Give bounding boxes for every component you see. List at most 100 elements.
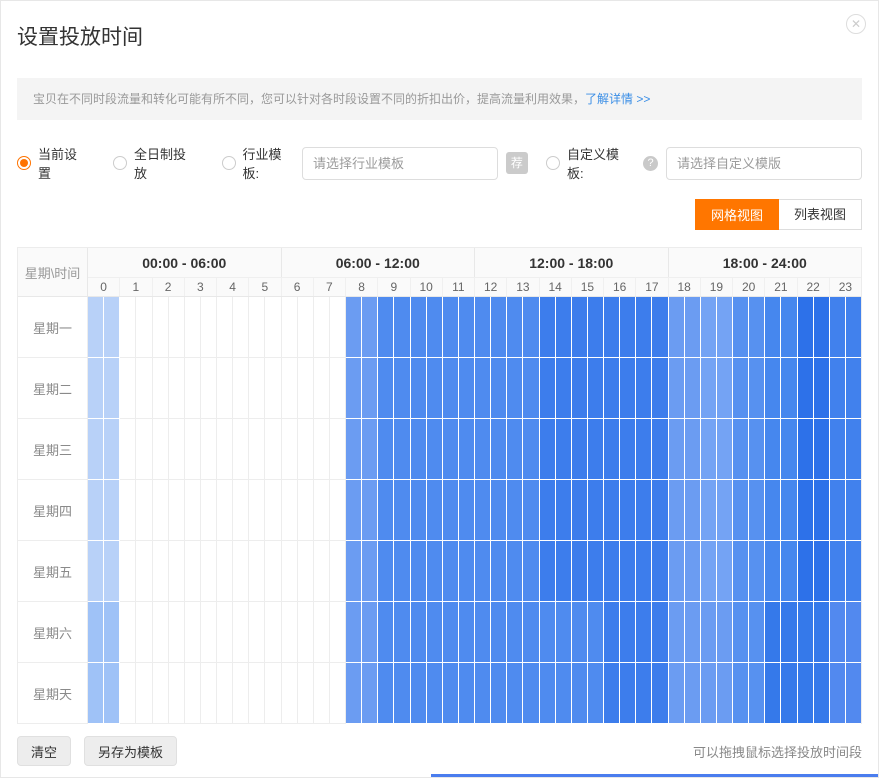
schedule-cell[interactable] bbox=[282, 358, 298, 419]
schedule-cell[interactable] bbox=[556, 358, 572, 419]
radio-button-icon[interactable] bbox=[546, 156, 560, 170]
schedule-cell[interactable] bbox=[362, 297, 378, 358]
schedule-cell[interactable] bbox=[427, 663, 443, 724]
schedule-cell[interactable] bbox=[652, 602, 668, 663]
schedule-cell[interactable] bbox=[394, 541, 410, 602]
schedule-cell[interactable] bbox=[636, 480, 652, 541]
schedule-cell[interactable] bbox=[846, 480, 861, 541]
schedule-cell[interactable] bbox=[620, 602, 636, 663]
schedule-cell[interactable] bbox=[282, 541, 298, 602]
schedule-cell[interactable] bbox=[330, 602, 346, 663]
schedule-cell[interactable] bbox=[717, 419, 733, 480]
schedule-cell[interactable] bbox=[233, 419, 249, 480]
learn-more-link[interactable]: 了解详情 >> bbox=[585, 92, 650, 106]
schedule-cell[interactable] bbox=[249, 419, 265, 480]
schedule-cell[interactable] bbox=[265, 358, 281, 419]
schedule-cell[interactable] bbox=[298, 358, 314, 419]
schedule-cell[interactable] bbox=[427, 602, 443, 663]
schedule-cell[interactable] bbox=[765, 358, 781, 419]
schedule-cell[interactable] bbox=[120, 358, 136, 419]
schedule-cell[interactable] bbox=[394, 419, 410, 480]
schedule-cell[interactable] bbox=[411, 358, 427, 419]
schedule-cell[interactable] bbox=[394, 358, 410, 419]
schedule-cell[interactable] bbox=[749, 358, 765, 419]
schedule-cell[interactable] bbox=[282, 297, 298, 358]
schedule-cell[interactable] bbox=[507, 419, 523, 480]
schedule-cell[interactable] bbox=[185, 297, 201, 358]
schedule-cell[interactable] bbox=[427, 541, 443, 602]
schedule-cell[interactable] bbox=[604, 297, 620, 358]
schedule-cell[interactable] bbox=[411, 663, 427, 724]
schedule-cell[interactable] bbox=[846, 297, 861, 358]
schedule-cell[interactable] bbox=[636, 602, 652, 663]
schedule-cell[interactable] bbox=[475, 541, 491, 602]
schedule-cell[interactable] bbox=[298, 541, 314, 602]
schedule-cell[interactable] bbox=[394, 297, 410, 358]
schedule-cell[interactable] bbox=[523, 358, 539, 419]
schedule-cell[interactable] bbox=[443, 480, 459, 541]
radio-button-icon[interactable] bbox=[113, 156, 127, 170]
schedule-cell[interactable] bbox=[588, 419, 604, 480]
schedule-cell[interactable] bbox=[669, 358, 685, 419]
schedule-cell[interactable] bbox=[346, 541, 362, 602]
schedule-cell[interactable] bbox=[830, 358, 846, 419]
schedule-cell[interactable] bbox=[846, 602, 861, 663]
schedule-cell[interactable] bbox=[314, 541, 330, 602]
schedule-cell[interactable] bbox=[749, 602, 765, 663]
schedule-cell[interactable] bbox=[443, 297, 459, 358]
schedule-cell[interactable] bbox=[233, 358, 249, 419]
schedule-cell[interactable] bbox=[88, 541, 104, 602]
schedule-cell[interactable] bbox=[540, 358, 556, 419]
schedule-cell[interactable] bbox=[669, 663, 685, 724]
schedule-cell[interactable] bbox=[217, 358, 233, 419]
schedule-cell[interactable] bbox=[217, 663, 233, 724]
schedule-cell[interactable] bbox=[507, 663, 523, 724]
schedule-cell[interactable] bbox=[282, 663, 298, 724]
schedule-cell[interactable] bbox=[701, 297, 717, 358]
schedule-cell[interactable] bbox=[765, 541, 781, 602]
schedule-cell[interactable] bbox=[701, 419, 717, 480]
schedule-cell[interactable] bbox=[491, 419, 507, 480]
schedule-cell[interactable] bbox=[830, 419, 846, 480]
schedule-cell[interactable] bbox=[346, 480, 362, 541]
schedule-cell[interactable] bbox=[685, 602, 701, 663]
schedule-cell[interactable] bbox=[781, 358, 797, 419]
schedule-cell[interactable] bbox=[104, 480, 120, 541]
schedule-cell[interactable] bbox=[120, 480, 136, 541]
schedule-cell[interactable] bbox=[411, 419, 427, 480]
schedule-cell[interactable] bbox=[556, 297, 572, 358]
schedule-cell[interactable] bbox=[265, 297, 281, 358]
schedule-cell[interactable] bbox=[265, 480, 281, 541]
schedule-cell[interactable] bbox=[717, 541, 733, 602]
schedule-cell[interactable] bbox=[475, 663, 491, 724]
schedule-cell[interactable] bbox=[459, 541, 475, 602]
schedule-cell[interactable] bbox=[814, 602, 830, 663]
schedule-cell[interactable] bbox=[669, 541, 685, 602]
schedule-cell[interactable] bbox=[378, 480, 394, 541]
schedule-cell[interactable] bbox=[814, 541, 830, 602]
schedule-cell[interactable] bbox=[217, 602, 233, 663]
schedule-cell[interactable] bbox=[411, 297, 427, 358]
schedule-cell[interactable] bbox=[765, 419, 781, 480]
schedule-cell[interactable] bbox=[201, 297, 217, 358]
schedule-cell[interactable] bbox=[265, 602, 281, 663]
schedule-cell[interactable] bbox=[104, 602, 120, 663]
schedule-cell[interactable] bbox=[475, 602, 491, 663]
schedule-cell[interactable] bbox=[314, 480, 330, 541]
schedule-cell[interactable] bbox=[217, 541, 233, 602]
schedule-cell[interactable] bbox=[620, 541, 636, 602]
schedule-cell[interactable] bbox=[749, 663, 765, 724]
schedule-cell[interactable] bbox=[298, 480, 314, 541]
schedule-cell[interactable] bbox=[604, 602, 620, 663]
schedule-cell[interactable] bbox=[765, 297, 781, 358]
schedule-cell[interactable] bbox=[298, 663, 314, 724]
schedule-cell[interactable] bbox=[588, 297, 604, 358]
schedule-cell[interactable] bbox=[830, 297, 846, 358]
schedule-cell[interactable] bbox=[798, 480, 814, 541]
schedule-cell[interactable] bbox=[443, 663, 459, 724]
schedule-cell[interactable] bbox=[201, 663, 217, 724]
schedule-cell[interactable] bbox=[330, 419, 346, 480]
schedule-cell[interactable] bbox=[620, 480, 636, 541]
schedule-cell[interactable] bbox=[669, 419, 685, 480]
schedule-cell[interactable] bbox=[685, 419, 701, 480]
